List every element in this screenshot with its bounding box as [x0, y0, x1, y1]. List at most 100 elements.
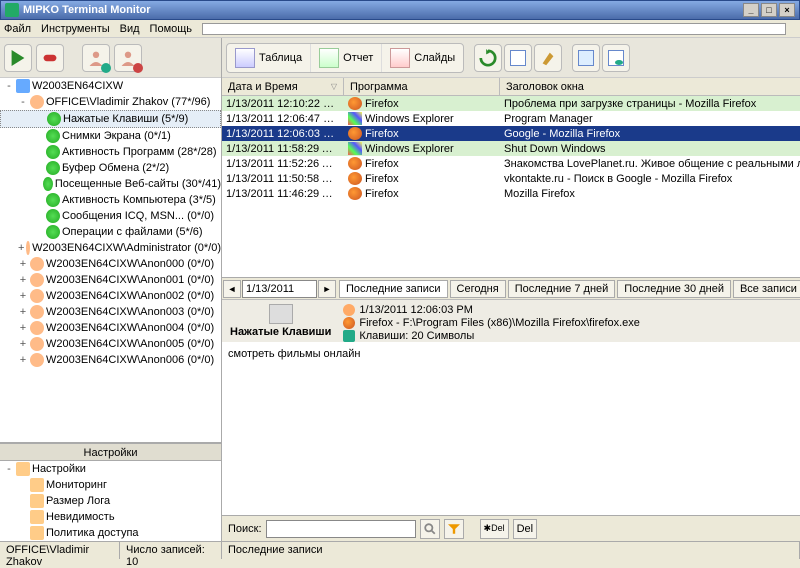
tree-node[interactable]: +W2003EN64CIXW\Administrator (0*/0)	[0, 240, 221, 256]
tree-node[interactable]: Снимки Экрана (0*/1)	[0, 128, 221, 144]
tree-node[interactable]: +W2003EN64CIXW\Anon005 (0*/0)	[0, 336, 221, 352]
date-prev[interactable]: ◄	[223, 280, 241, 298]
table-row[interactable]: 1/13/2011 11:46:29 AMFirefoxMozilla Fire…	[222, 186, 800, 201]
menu-view[interactable]: Вид	[120, 23, 140, 35]
tree-node[interactable]: +W2003EN64CIXW\Anon003 (0*/0)	[0, 304, 221, 320]
left-toolbar	[0, 38, 221, 78]
brush-button[interactable]	[534, 44, 562, 72]
remove-user-button[interactable]	[114, 44, 142, 72]
star-del-button[interactable]: ✱Del	[480, 519, 509, 539]
tree-node[interactable]: Буфер Обмена (2*/2)	[0, 160, 221, 176]
col-datetime[interactable]: Дата и Время▽	[222, 78, 344, 95]
right-toolbar: Таблица Отчет Слайды	[222, 38, 800, 78]
table-header: Дата и Время▽ Программа Заголовок окна	[222, 78, 800, 96]
detail-doc-icon	[269, 304, 293, 324]
tree-node[interactable]: +W2003EN64CIXW\Anon001 (0*/0)	[0, 272, 221, 288]
table-row[interactable]: 1/13/2011 12:06:47 PMWindows ExplorerPro…	[222, 111, 800, 126]
tree-node[interactable]: Посещенные Веб-сайты (30*/41)	[0, 176, 221, 192]
refresh-button[interactable]	[474, 44, 502, 72]
firefox-icon	[343, 317, 355, 329]
view-mode-group: Таблица Отчет Слайды	[226, 43, 464, 73]
detail-label: Нажатые Клавиши	[230, 326, 331, 338]
tree-node[interactable]: Активность Компьютера (3*/5)	[0, 192, 221, 208]
filter-tab[interactable]: Последние 7 дней	[508, 280, 616, 298]
detail-time: 1/13/2011 12:06:03 PM	[359, 304, 473, 316]
settings-node[interactable]: Мониторинг	[0, 477, 221, 493]
view-slides[interactable]: Слайды	[382, 44, 463, 72]
tree-node[interactable]: +W2003EN64CIXW\Anon006 (0*/0)	[0, 352, 221, 368]
view-report[interactable]: Отчет	[311, 44, 382, 72]
add-user-button[interactable]	[82, 44, 110, 72]
filter-tab[interactable]: Последние записи	[339, 280, 448, 298]
status-mode: Последние записи	[222, 542, 800, 559]
computer-tree[interactable]: -W2003EN64CIXW-OFFICE\Vladimir Zhakov (7…	[0, 78, 221, 443]
settings-tree[interactable]: -НастройкиМониторингРазмер ЛогаНевидимос…	[0, 461, 221, 541]
menu-bar: Файл Инструменты Вид Помощь	[0, 20, 800, 38]
title-bar: MIPKO Terminal Monitor _ □ ×	[0, 0, 800, 20]
table-row[interactable]: 1/13/2011 11:58:29 AMWindows ExplorerShu…	[222, 141, 800, 156]
settings-node[interactable]: -Настройки	[0, 461, 221, 477]
detail-panel: Нажатые Клавиши 1/13/2011 12:06:03 PM Fi…	[222, 300, 800, 515]
col-program[interactable]: Программа	[344, 78, 500, 95]
del-button[interactable]: Del	[513, 519, 538, 539]
menu-tools[interactable]: Инструменты	[41, 23, 110, 35]
filter-tab[interactable]: Сегодня	[450, 280, 506, 298]
table-icon	[235, 48, 255, 68]
menu-file[interactable]: Файл	[4, 23, 31, 35]
tree-node[interactable]: Нажатые Клавиши (5*/9)	[0, 110, 221, 128]
table-row[interactable]: 1/13/2011 11:52:26 AMFirefoxЗнакомства L…	[222, 156, 800, 171]
close-button[interactable]: ×	[779, 3, 795, 17]
slides-icon	[390, 48, 410, 68]
tree-node[interactable]: +W2003EN64CIXW\Anon002 (0*/0)	[0, 288, 221, 304]
date-next[interactable]: ►	[318, 280, 336, 298]
menu-help[interactable]: Помощь	[150, 23, 193, 35]
search-label: Поиск:	[228, 523, 262, 535]
settings-node[interactable]: Невидимость	[0, 509, 221, 525]
filter-tab[interactable]: Последние 30 дней	[617, 280, 731, 298]
status-bar: OFFICE\Vladimir Zhakov Число записей: 10…	[0, 541, 800, 559]
status-count: Число записей: 10	[120, 542, 222, 559]
tree-node[interactable]: Сообщения ICQ, MSN... (0*/0)	[0, 208, 221, 224]
detail-text: смотреть фильмы онлайн	[222, 342, 800, 515]
tree-node[interactable]: Активность Программ (28*/28)	[0, 144, 221, 160]
view-table[interactable]: Таблица	[227, 44, 311, 72]
preview-button[interactable]	[602, 44, 630, 72]
app-title: MIPKO Terminal Monitor	[23, 4, 151, 16]
window-icon	[578, 50, 594, 66]
clock-icon	[343, 304, 355, 316]
search-input[interactable]	[266, 520, 416, 538]
tree-node[interactable]: -W2003EN64CIXW	[0, 78, 221, 94]
tree-node[interactable]: +W2003EN64CIXW\Anon000 (0*/0)	[0, 256, 221, 272]
app-icon	[5, 3, 19, 17]
report-icon	[319, 48, 339, 68]
table-row[interactable]: 1/13/2011 12:06:03 PMFirefoxGoogle - Moz…	[222, 126, 800, 141]
maximize-button[interactable]: □	[761, 3, 777, 17]
filter-tab[interactable]: Все записи	[733, 280, 800, 298]
date-input[interactable]	[242, 280, 317, 298]
settings-node[interactable]: Размер Лога	[0, 493, 221, 509]
play-button[interactable]	[4, 44, 32, 72]
window-button[interactable]	[572, 44, 600, 72]
stop-button[interactable]	[36, 44, 64, 72]
search-button[interactable]	[420, 519, 440, 539]
keys-icon	[343, 330, 355, 342]
minimize-button[interactable]: _	[743, 3, 759, 17]
tree-node[interactable]: Операции с файлами (5*/6)	[0, 224, 221, 240]
detail-keys: Клавиши: 20 Символы	[359, 330, 474, 342]
tree-node[interactable]: -OFFICE\Vladimir Zhakov (77*/96)	[0, 94, 221, 110]
table-row[interactable]: 1/13/2011 12:10:22 PMFirefoxПроблема при…	[222, 96, 800, 111]
status-path: OFFICE\Vladimir Zhakov	[0, 542, 120, 559]
records-table: Дата и Время▽ Программа Заголовок окна 1…	[222, 78, 800, 278]
calendar-button[interactable]	[504, 44, 532, 72]
menu-corner-icon[interactable]	[202, 23, 786, 35]
tree-node[interactable]: +W2003EN64CIXW\Anon004 (0*/0)	[0, 320, 221, 336]
settings-header: Настройки	[0, 443, 221, 461]
filter-button[interactable]	[444, 519, 464, 539]
col-title[interactable]: Заголовок окна	[500, 78, 800, 95]
settings-node[interactable]: Политика доступа	[0, 525, 221, 541]
calendar-icon	[510, 50, 526, 66]
detail-header: Нажатые Клавиши 1/13/2011 12:06:03 PM Fi…	[222, 300, 800, 342]
detail-program: Firefox - F:\Program Files (x86)\Mozilla…	[359, 317, 640, 329]
search-bar: Поиск: ✱Del Del	[222, 515, 800, 541]
table-row[interactable]: 1/13/2011 11:50:58 AMFirefoxvkontakte.ru…	[222, 171, 800, 186]
